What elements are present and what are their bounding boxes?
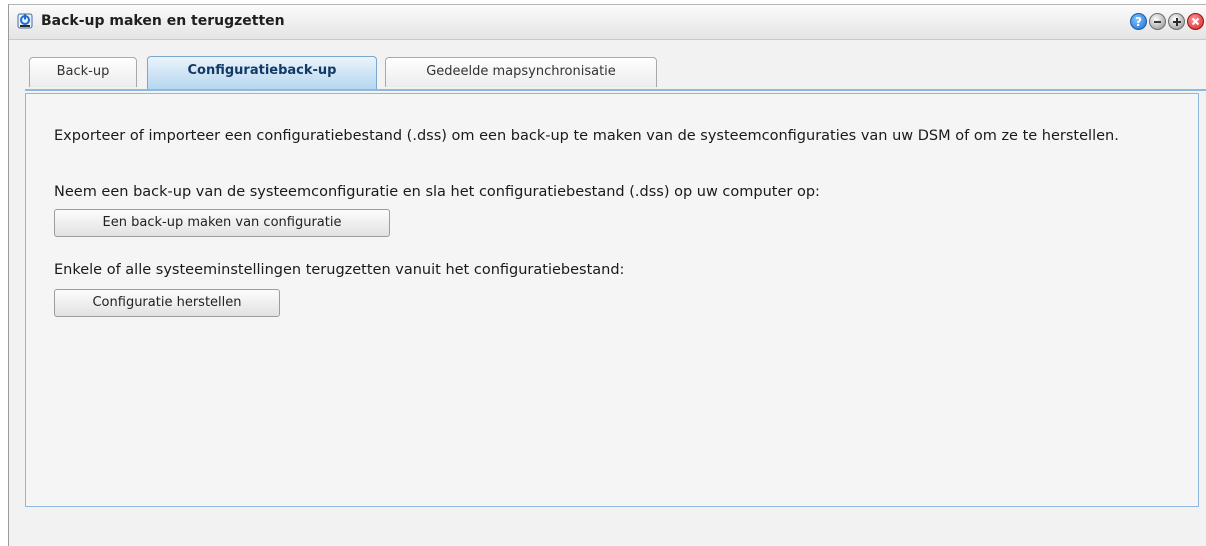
maximize-icon[interactable]	[1168, 13, 1185, 30]
tab-label: Back-up	[56, 64, 110, 79]
app-window: Back-up maken en terugzetten ? Back-up C…	[8, 4, 1206, 546]
backup-description: Neem een back-up van de systeemconfigura…	[54, 184, 820, 200]
close-icon[interactable]	[1187, 13, 1204, 30]
tab-configuratieback-up[interactable]: Configuratieback-up	[147, 56, 377, 89]
minimize-bar	[1154, 21, 1161, 23]
backup-restore-icon	[17, 13, 33, 29]
tab-label: Configuratieback-up	[187, 63, 337, 78]
tab-label: Gedeelde mapsynchronisatie	[426, 64, 616, 79]
backup-config-button[interactable]: Een back-up maken van configuratie	[54, 209, 390, 237]
restore-description: Enkele of alle systeeminstellingen terug…	[54, 262, 625, 278]
window-controls: ?	[1130, 13, 1204, 31]
title-bar[interactable]: Back-up maken en terugzetten ?	[9, 5, 1206, 40]
tab-gedeelde-mapsynchronisatie[interactable]: Gedeelde mapsynchronisatie	[385, 57, 657, 87]
tab-underline	[25, 89, 1206, 91]
restore-config-button[interactable]: Configuratie herstellen	[54, 289, 280, 317]
help-icon[interactable]: ?	[1130, 13, 1147, 30]
intro-text: Exporteer of importeer een configuratieb…	[54, 128, 1119, 144]
minimize-icon[interactable]	[1149, 13, 1166, 30]
config-backup-panel: Exporteer of importeer een configuratieb…	[25, 93, 1199, 507]
tab-back-up[interactable]: Back-up	[29, 57, 137, 87]
window-title: Back-up maken en terugzetten	[41, 13, 285, 29]
help-glyph: ?	[1135, 15, 1142, 29]
maximize-plus-v	[1176, 18, 1178, 26]
